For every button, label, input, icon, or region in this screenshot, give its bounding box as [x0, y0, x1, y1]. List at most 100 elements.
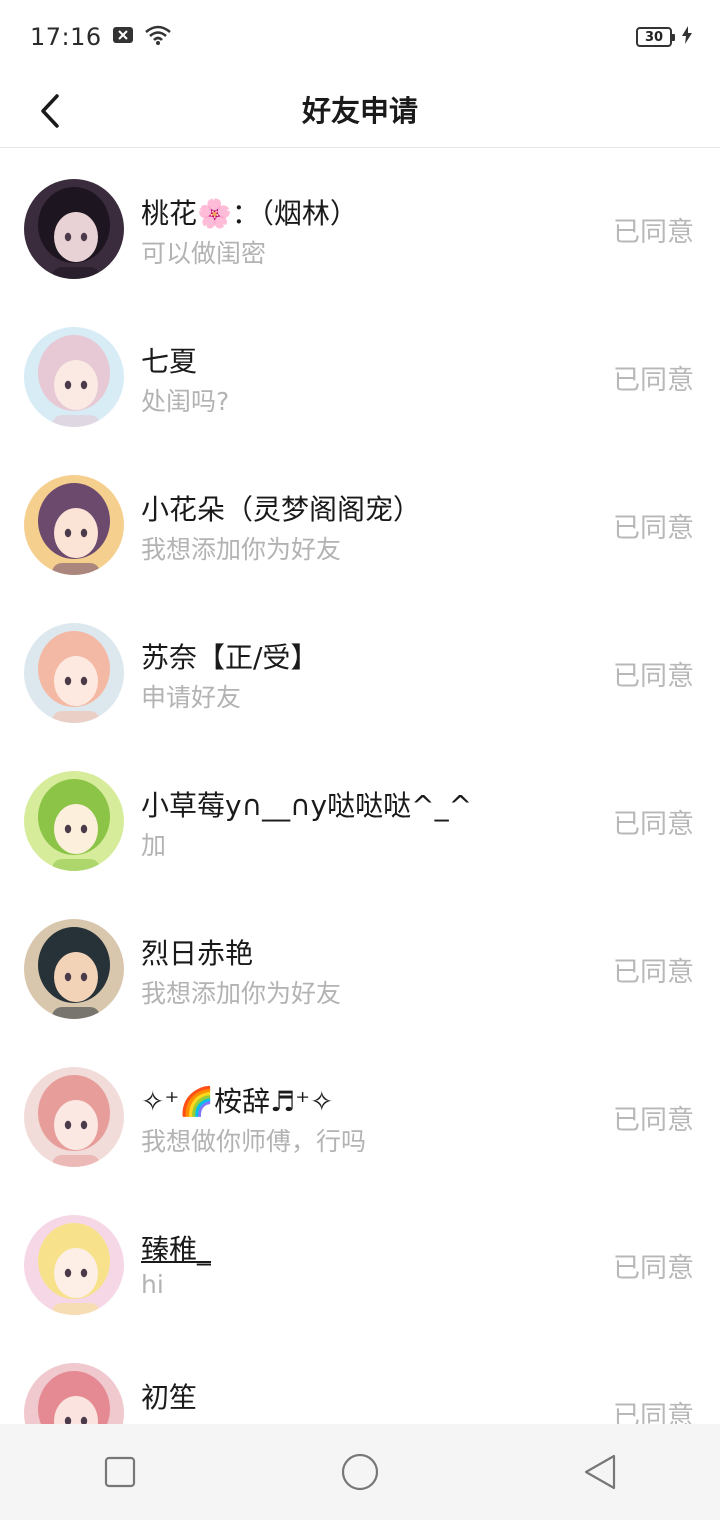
status-left: 17:16: [30, 23, 172, 51]
status-accepted: 已同意: [613, 217, 694, 248]
friend-request-list: 桃花🌸：（烟林） 可以做闺密 已同意 七夏 处闺吗? 已同意 小花朵（灵梦阁阁宠…: [0, 148, 720, 1424]
friend-request-item[interactable]: 苏奈【正/受】 申请好友 已同意: [0, 592, 720, 740]
home-button[interactable]: [320, 1432, 400, 1512]
friend-request-item[interactable]: 烈日赤艳 我想添加你为好友 已同意: [0, 888, 720, 1036]
avatar-shoulders: [52, 1155, 100, 1167]
avatar-face: [54, 1248, 98, 1298]
avatar[interactable]: [24, 1363, 124, 1424]
wifi-icon: [144, 24, 172, 50]
avatar-illustration: [24, 1067, 124, 1167]
avatar[interactable]: [24, 1215, 124, 1315]
avatar[interactable]: [24, 327, 124, 427]
system-back-button[interactable]: [560, 1432, 640, 1512]
avatar-shoulders: [52, 859, 100, 871]
battery-level: 30: [644, 29, 664, 45]
avatar-illustration: [24, 623, 124, 723]
request-name: 小花朵（灵梦阁阁宠）: [141, 493, 422, 526]
request-name: 初笙: [141, 1381, 198, 1414]
friend-request-item[interactable]: 小草莓y∩__∩y哒哒哒^_^ 加 已同意: [0, 740, 720, 888]
avatar-eye: [64, 1120, 72, 1130]
status-time: 17:16: [30, 23, 102, 51]
avatar-illustration: [24, 327, 124, 427]
avatar-illustration: [24, 179, 124, 279]
avatar-eye: [80, 528, 88, 538]
avatar-eye: [80, 972, 88, 982]
avatar-shoulders: [52, 563, 100, 575]
avatar[interactable]: [24, 179, 124, 279]
avatar-illustration: [24, 919, 124, 1019]
status-right: 30: [636, 26, 692, 48]
request-message: 我想添加你为好友: [141, 535, 342, 564]
request-message: 申请好友: [141, 683, 242, 712]
request-message: 我想添加你为好友: [141, 979, 342, 1008]
header: 好友申请: [0, 74, 720, 148]
avatar-eye: [64, 528, 72, 538]
status-accepted: 已同意: [613, 661, 694, 692]
avatar-face: [54, 212, 98, 262]
circle-icon: [341, 1453, 379, 1491]
avatar-face: [54, 656, 98, 706]
request-name: 七夏: [141, 345, 198, 378]
avatar-shoulders: [52, 267, 100, 279]
avatar-eye: [64, 232, 72, 242]
avatar-shoulders: [52, 711, 100, 723]
avatar-illustration: [24, 475, 124, 575]
friend-request-item[interactable]: 臻稚_ hi 已同意: [0, 1184, 720, 1332]
avatar-eye: [64, 380, 72, 390]
battery-icon: 30: [636, 27, 675, 47]
avatar-shoulders: [52, 415, 100, 427]
avatar-eye: [80, 380, 88, 390]
notification-x-icon: [112, 26, 134, 48]
request-name: 臻稚_: [141, 1233, 212, 1266]
status-bar: 17:16 30: [0, 0, 720, 74]
avatar[interactable]: [24, 771, 124, 871]
request-message: 我想做你师傅，行吗: [141, 1127, 367, 1156]
square-icon: [104, 1456, 136, 1488]
friend-request-item[interactable]: 七夏 处闺吗? 已同意: [0, 296, 720, 444]
avatar-eye: [80, 676, 88, 686]
avatar-illustration: [24, 771, 124, 871]
request-name: 小草莓y∩__∩y哒哒哒^_^: [141, 789, 473, 822]
avatar[interactable]: [24, 919, 124, 1019]
avatar-face: [54, 360, 98, 410]
avatar-eye: [64, 824, 72, 834]
avatar-face: [54, 1100, 98, 1150]
avatar-eye: [64, 1268, 72, 1278]
avatar[interactable]: [24, 475, 124, 575]
friend-request-item[interactable]: ✧⁺🌈桉辞♬⁺✧ 我想做你师傅，行吗 已同意: [0, 1036, 720, 1184]
recents-button[interactable]: [80, 1432, 160, 1512]
avatar-eye: [80, 1120, 88, 1130]
avatar[interactable]: [24, 623, 124, 723]
request-name: 桃花🌸：（烟林）: [141, 197, 358, 230]
avatar-shoulders: [52, 1303, 100, 1315]
friend-request-item[interactable]: 桃花🌸：（烟林） 可以做闺密 已同意: [0, 148, 720, 296]
avatar-eye: [80, 824, 88, 834]
status-accepted: 已同意: [613, 1105, 694, 1136]
page-title: 好友申请: [301, 94, 418, 128]
charging-icon: [682, 26, 692, 48]
triangle-back-icon: [584, 1454, 616, 1490]
system-nav-bar: [0, 1424, 720, 1520]
request-message: hi: [141, 1270, 164, 1299]
request-message: 加: [141, 831, 167, 860]
avatar-shoulders: [52, 1007, 100, 1019]
status-accepted: 已同意: [613, 513, 694, 544]
status-accepted: 已同意: [613, 1253, 694, 1284]
status-accepted: 已同意: [613, 365, 694, 396]
avatar[interactable]: [24, 1067, 124, 1167]
avatar-eye: [80, 1268, 88, 1278]
request-name: 烈日赤艳: [141, 937, 254, 970]
avatar-eye: [80, 232, 88, 242]
avatar-face: [54, 508, 98, 558]
request-message: 可以做闺密: [141, 239, 267, 268]
status-accepted: 已同意: [613, 809, 694, 840]
avatar-illustration: [24, 1215, 124, 1315]
status-accepted: 已同意: [613, 1401, 694, 1424]
friend-request-item[interactable]: 小花朵（灵梦阁阁宠） 我想添加你为好友 已同意: [0, 444, 720, 592]
friend-request-item[interactable]: 初笙 已同意: [0, 1332, 720, 1424]
avatar-face: [54, 952, 98, 1002]
status-accepted: 已同意: [613, 957, 694, 988]
request-message: 处闺吗?: [141, 387, 230, 416]
avatar-eye: [64, 972, 72, 982]
request-name: 苏奈【正/受】: [141, 641, 319, 674]
